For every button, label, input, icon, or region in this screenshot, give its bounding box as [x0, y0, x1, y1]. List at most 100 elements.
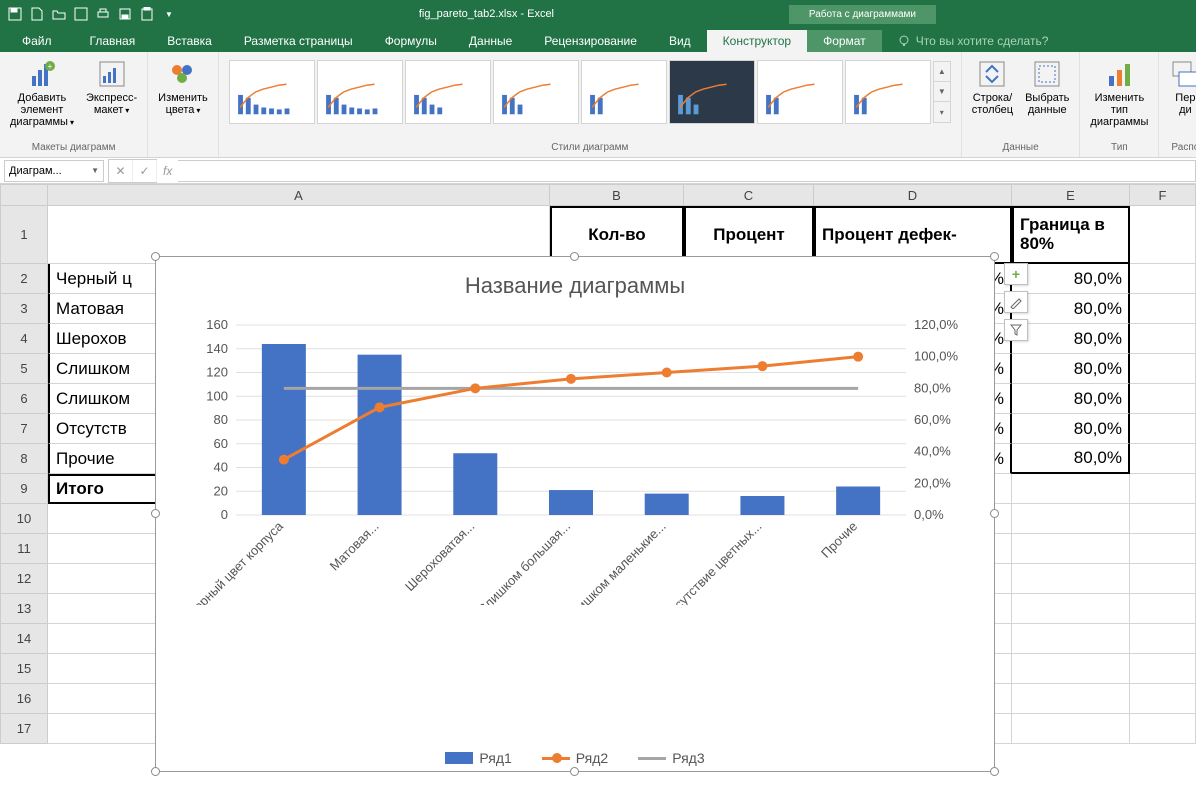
tab-home[interactable]: Главная [74, 30, 152, 52]
chart-legend[interactable]: Ряд1 Ряд2 Ряд3 [156, 750, 994, 766]
paste-icon[interactable] [136, 4, 158, 24]
row-header[interactable]: 13 [0, 594, 48, 624]
cell[interactable] [1130, 444, 1196, 474]
cell[interactable] [1012, 594, 1130, 624]
row-header[interactable]: 8 [0, 444, 48, 474]
tell-me-search[interactable]: Что вы хотите сделать? [882, 30, 1065, 52]
cell[interactable] [1012, 684, 1130, 714]
fx-icon[interactable]: fx [157, 164, 178, 178]
row-header[interactable]: 16 [0, 684, 48, 714]
new-icon[interactable] [26, 4, 48, 24]
formula-input[interactable] [178, 160, 1196, 182]
move-chart-button[interactable]: Пер ди [1165, 56, 1196, 118]
cell[interactable] [1130, 414, 1196, 444]
chart-plot-area[interactable]: 0204060801001201401600,0%20,0%40,0%60,0%… [186, 315, 966, 605]
cell[interactable]: 80,0% [1012, 324, 1130, 354]
resize-handle-sw[interactable] [151, 767, 160, 776]
cell[interactable] [1130, 474, 1196, 504]
tab-formulas[interactable]: Формулы [369, 30, 453, 52]
col-header-D[interactable]: D [814, 184, 1012, 206]
tab-insert[interactable]: Вставка [151, 30, 228, 52]
col-header-E[interactable]: E [1012, 184, 1130, 206]
save2-icon[interactable] [70, 4, 92, 24]
row-header[interactable]: 15 [0, 654, 48, 684]
cell[interactable] [1130, 384, 1196, 414]
chart-style-3[interactable] [405, 60, 491, 124]
cell[interactable] [1012, 534, 1130, 564]
row-header[interactable]: 4 [0, 324, 48, 354]
select-data-button[interactable]: Выбрать данные [1021, 56, 1073, 118]
qat-dropdown-icon[interactable]: ▼ [158, 4, 180, 24]
cell[interactable] [1130, 534, 1196, 564]
style-more-icon[interactable]: ▾ [934, 102, 950, 122]
cell[interactable] [1130, 564, 1196, 594]
row-header[interactable]: 3 [0, 294, 48, 324]
resize-handle-nw[interactable] [151, 252, 160, 261]
cell[interactable]: 80,0% [1012, 264, 1130, 294]
chart-title[interactable]: Название диаграммы [156, 257, 994, 299]
row-header[interactable]: 1 [0, 206, 48, 264]
style-scroll-down-icon[interactable]: ▼ [934, 82, 950, 102]
name-box[interactable]: Диаграм... ▼ [4, 160, 104, 182]
row-header[interactable]: 7 [0, 414, 48, 444]
row-header[interactable]: 2 [0, 264, 48, 294]
resize-handle-s[interactable] [570, 767, 579, 776]
cell[interactable] [1012, 564, 1130, 594]
resize-handle-se[interactable] [990, 767, 999, 776]
cell[interactable] [1012, 654, 1130, 684]
cell[interactable]: 80,0% [1012, 384, 1130, 414]
tab-chart-design[interactable]: Конструктор [707, 30, 807, 52]
row-header[interactable]: 17 [0, 714, 48, 744]
cell[interactable]: 80,0% [1012, 444, 1130, 474]
print-icon[interactable] [92, 4, 114, 24]
row-header[interactable]: 11 [0, 534, 48, 564]
add-chart-element-button[interactable]: + Добавить элемент диаграммы▾ [6, 56, 78, 130]
cell[interactable] [1012, 474, 1130, 504]
cell[interactable] [1130, 264, 1196, 294]
legend-item-2[interactable]: Ряд2 [542, 750, 608, 766]
row-header[interactable]: 9 [0, 474, 48, 504]
change-colors-button[interactable]: Изменить цвета▾ [154, 56, 212, 118]
tab-review[interactable]: Рецензирование [528, 30, 653, 52]
cell[interactable] [1130, 684, 1196, 714]
cell[interactable] [1130, 654, 1196, 684]
tab-file[interactable]: Файл [0, 30, 74, 52]
cell[interactable] [1130, 294, 1196, 324]
row-header[interactable]: 6 [0, 384, 48, 414]
cell[interactable]: 80,0% [1012, 414, 1130, 444]
cell[interactable] [1012, 624, 1130, 654]
resize-handle-n[interactable] [570, 252, 579, 261]
open-icon[interactable] [48, 4, 70, 24]
cell[interactable] [1012, 504, 1130, 534]
cell[interactable] [1130, 354, 1196, 384]
select-all-button[interactable] [0, 184, 48, 206]
chart-styles-button[interactable] [1004, 291, 1028, 313]
row-header[interactable]: 12 [0, 564, 48, 594]
row-header[interactable]: 14 [0, 624, 48, 654]
tab-view[interactable]: Вид [653, 30, 707, 52]
save-icon[interactable] [4, 4, 26, 24]
chart-elements-button[interactable]: + [1004, 263, 1028, 285]
cell[interactable] [1130, 206, 1196, 264]
cancel-formula-icon[interactable]: ✕ [109, 160, 133, 182]
cell[interactable]: 80,0% [1012, 294, 1130, 324]
row-header[interactable]: 10 [0, 504, 48, 534]
chart-style-2[interactable] [317, 60, 403, 124]
resize-handle-e[interactable] [990, 509, 999, 518]
cell[interactable] [1130, 594, 1196, 624]
cell[interactable] [1130, 714, 1196, 744]
chart-style-8[interactable] [845, 60, 931, 124]
style-scroll-up-icon[interactable]: ▲ [934, 62, 950, 82]
chart-style-7[interactable] [757, 60, 843, 124]
tab-chart-format[interactable]: Формат [807, 30, 882, 52]
enter-formula-icon[interactable]: ✓ [133, 160, 157, 182]
resize-handle-ne[interactable] [990, 252, 999, 261]
col-header-F[interactable]: F [1130, 184, 1196, 206]
resize-handle-w[interactable] [151, 509, 160, 518]
cell[interactable] [1130, 624, 1196, 654]
chart-style-4[interactable] [493, 60, 579, 124]
chart-filter-button[interactable] [1004, 319, 1028, 341]
tab-page-layout[interactable]: Разметка страницы [228, 30, 369, 52]
cell[interactable]: Граница в 80% [1012, 206, 1130, 264]
name-box-dropdown-icon[interactable]: ▼ [91, 166, 99, 175]
